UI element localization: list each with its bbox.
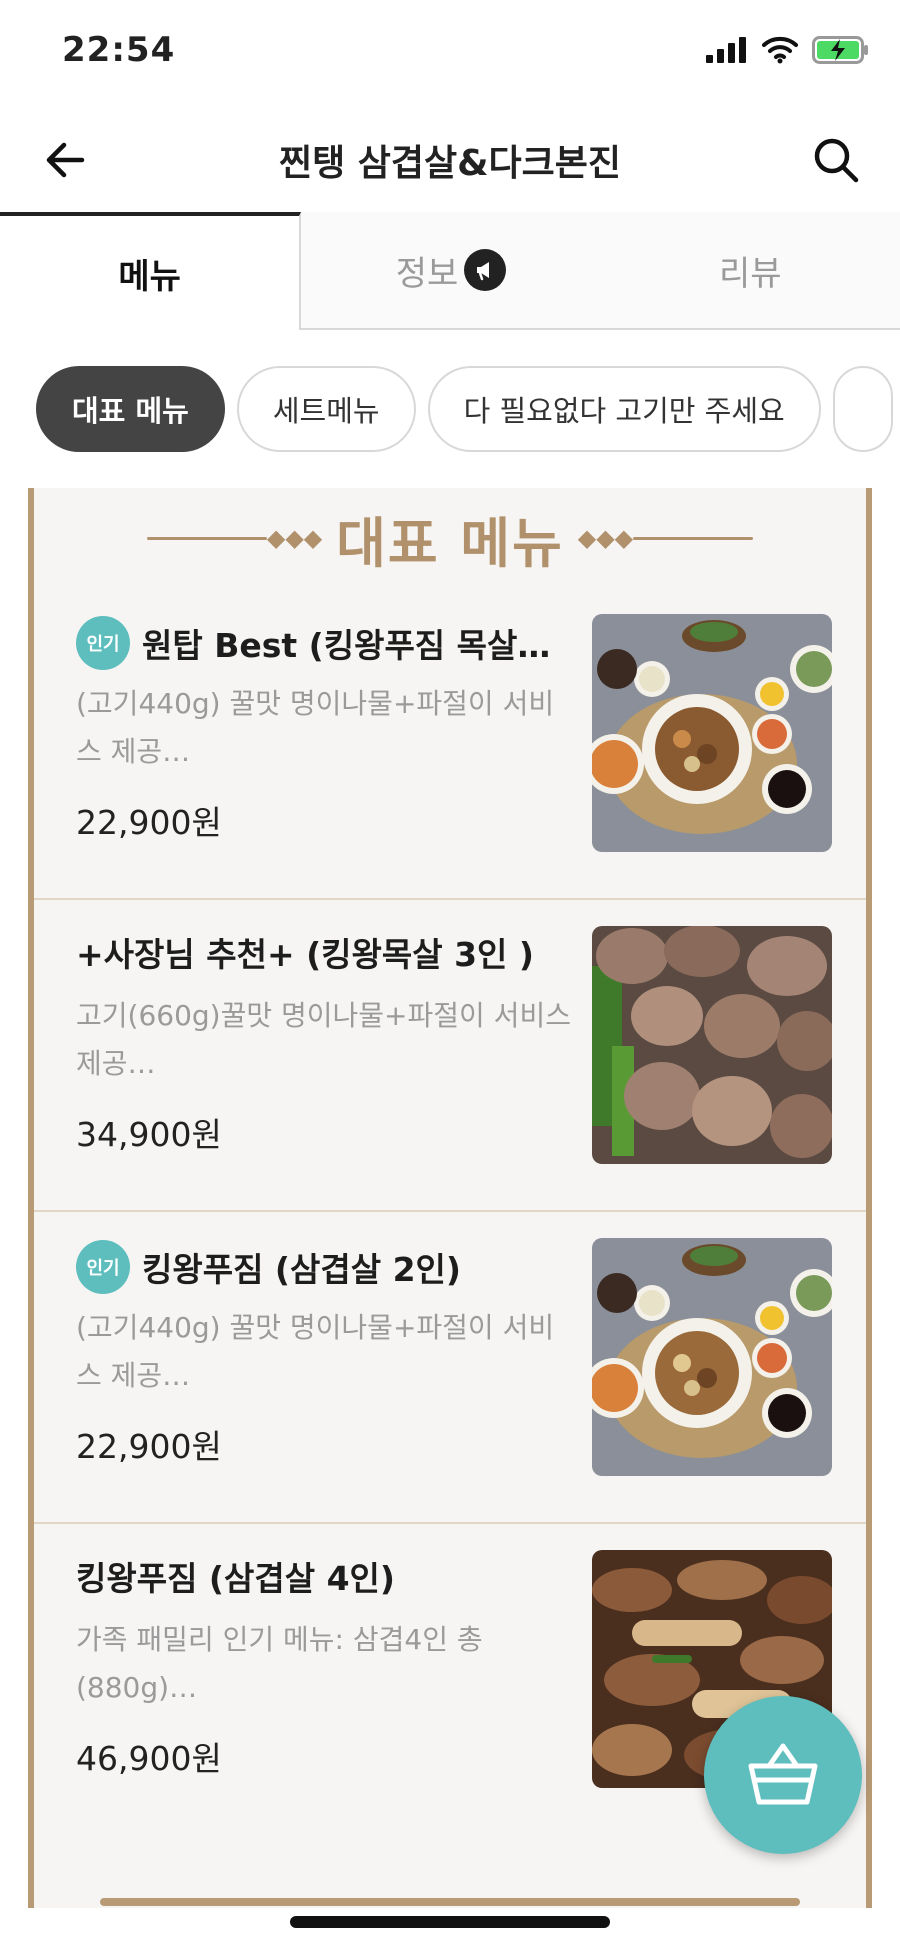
board-bottom-trim: [100, 1898, 800, 1906]
board-title: 대표 메뉴: [336, 511, 564, 575]
chip-more[interactable]: [832, 366, 893, 452]
store-tabs: 메뉴 정보 리뷰: [0, 212, 900, 330]
menu-item-description: 가족 패밀리 인기 메뉴: 삼겹4인 총(880g)…: [76, 1623, 483, 1704]
popular-badge: 인기: [76, 616, 130, 670]
tab-menu-label: 메뉴: [118, 256, 181, 297]
board-heading: ◆◆◆ 대표 메뉴 ◆◆◆: [34, 488, 866, 588]
menu-item-price: 22,900원: [76, 803, 222, 842]
menu-item-title: 원탑 Best (킹왕푸짐 목살…: [142, 626, 551, 665]
app-header: 찐탱 삼겹살&다크본진: [0, 110, 900, 215]
menu-item-name: +사장님 추천+ (킹왕목살 3인 ): [76, 928, 586, 976]
menu-item-price: 22,900원: [76, 1427, 222, 1466]
tab-review-label: 리뷰: [719, 253, 782, 294]
menu-item-title: +사장님 추천+ (킹왕목살 3인 ): [76, 935, 534, 974]
menu-item-price: 34,900원: [76, 1115, 222, 1154]
status-bar: 22:54: [0, 0, 900, 110]
wifi-icon: [762, 36, 798, 64]
cart-button[interactable]: [704, 1696, 862, 1854]
menu-item-photo: [592, 926, 832, 1164]
tab-menu[interactable]: 메뉴: [0, 212, 302, 330]
home-indicator: [290, 1916, 610, 1928]
menu-item-name: 킹왕푸짐 (삼겹살 4인): [76, 1552, 586, 1600]
ornament-right: ◆◆◆: [578, 524, 754, 552]
menu-board: ◆◆◆ 대표 메뉴 ◆◆◆ 인기 원탑 Best (킹왕푸짐 목살… (고기44…: [28, 488, 872, 1908]
tab-info[interactable]: 정보: [301, 212, 601, 330]
signal-icon: [706, 37, 746, 63]
basket-icon: [748, 1743, 818, 1805]
chip-meat-only[interactable]: 다 필요없다 고기만 주세요: [427, 366, 821, 452]
tab-info-label: 정보: [395, 253, 459, 294]
page-title: 찐탱 삼겹살&다크본진: [278, 143, 621, 184]
menu-item-name: 인기 킹왕푸짐 (삼겹살 2인): [76, 1240, 586, 1294]
menu-item[interactable]: 인기 원탑 Best (킹왕푸짐 목살… (고기440g) 꿀맛 명이나물+파절…: [34, 588, 866, 900]
menu-item-photo: [592, 614, 832, 852]
menu-item-name: 인기 원탑 Best (킹왕푸짐 목살…: [76, 616, 586, 670]
menu-item-photo: [592, 1238, 832, 1476]
menu-item-description: (고기440g) 꿀맛 명이나물+파절이 서비스 제공…: [76, 687, 555, 768]
menu-item-title: 킹왕푸짐 (삼겹살 2인): [142, 1250, 461, 1289]
menu-item-description: (고기440g) 꿀맛 명이나물+파절이 서비스 제공…: [76, 1311, 555, 1392]
menu-item-title: 킹왕푸짐 (삼겹살 4인): [76, 1559, 395, 1598]
menu-item[interactable]: +사장님 추천+ (킹왕목살 3인 ) 고기(660g)꿀맛 명이나물+파절이 …: [34, 900, 866, 1212]
chip-set-menu[interactable]: 세트메뉴: [236, 366, 416, 452]
chip-representative-menu[interactable]: 대표 메뉴: [36, 366, 225, 452]
megaphone-icon: [464, 249, 507, 291]
battery-charging-icon: [812, 36, 868, 64]
category-chips: 대표 메뉴 세트메뉴 다 필요없다 고기만 주세요: [36, 366, 900, 454]
ornament-left: ◆◆◆: [146, 524, 322, 552]
menu-item[interactable]: 인기 킹왕푸짐 (삼겹살 2인) (고기440g) 꿀맛 명이나물+파절이 서비…: [34, 1212, 866, 1524]
menu-item-description: 고기(660g)꿀맛 명이나물+파절이 서비스 제공…: [76, 999, 571, 1080]
menu-item-price: 46,900원: [76, 1739, 222, 1778]
status-icons: [706, 36, 870, 64]
popular-badge: 인기: [76, 1240, 130, 1294]
tab-review[interactable]: 리뷰: [600, 212, 900, 330]
search-icon[interactable]: [808, 132, 864, 188]
status-time: 22:54: [62, 30, 176, 70]
